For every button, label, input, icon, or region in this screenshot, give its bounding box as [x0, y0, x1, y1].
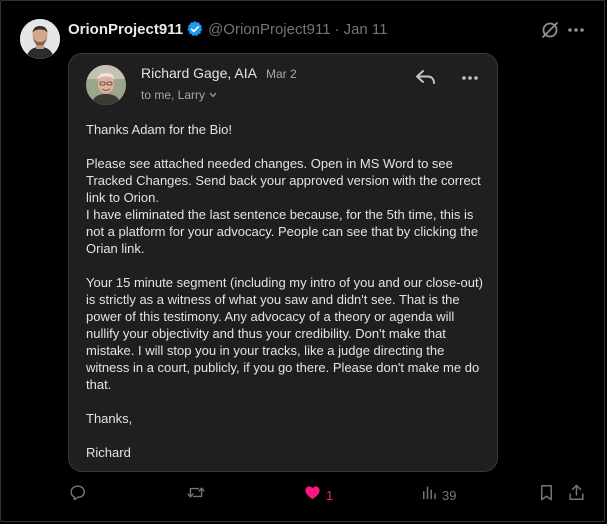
recipients: to me, Larry	[141, 88, 206, 102]
like-button[interactable]: 1	[303, 484, 333, 506]
tweet-action-bar: 1 39	[0, 484, 607, 508]
share-button[interactable]	[567, 484, 586, 506]
views-button[interactable]: 39	[420, 484, 456, 506]
display-name[interactable]: OrionProject911	[68, 21, 183, 38]
share-icon	[567, 483, 586, 507]
tweet-header: OrionProject911 @OrionProject911 · Jan 1…	[68, 19, 388, 39]
sender-row: Richard Gage, AIA Mar 2	[141, 65, 297, 81]
author-avatar[interactable]	[20, 19, 60, 59]
handle[interactable]: @OrionProject911	[208, 21, 331, 38]
more-icon	[460, 68, 480, 88]
email-screenshot-card[interactable]: Richard Gage, AIA Mar 2 to me, Larry Tha…	[68, 53, 498, 472]
reply-button[interactable]	[68, 484, 91, 506]
email-body: Thanks Adam for the Bio! Please see atta…	[86, 121, 486, 461]
email-paragraph: Please see attached needed changes. Open…	[86, 156, 481, 256]
repost-button[interactable]	[186, 484, 210, 506]
email-paragraph: Thanks,	[86, 411, 133, 426]
separator-dot: ·	[334, 20, 340, 38]
email-paragraph: Richard	[86, 445, 131, 460]
sender-avatar	[86, 65, 126, 105]
reply-icon	[68, 483, 87, 507]
grok-icon[interactable]	[540, 20, 560, 40]
email-paragraph: Your 15 minute segment (including my int…	[86, 275, 483, 392]
reply-arrow-icon	[415, 68, 437, 86]
views-count: 39	[442, 487, 457, 503]
like-count: 1	[326, 487, 334, 503]
tweet-date[interactable]: Jan 11	[344, 21, 388, 38]
sent-date: Mar 2	[265, 67, 297, 81]
bookmark-button[interactable]	[537, 484, 556, 506]
views-icon	[420, 483, 438, 507]
bookmark-icon	[537, 483, 556, 507]
sender-name: Richard Gage, AIA	[141, 65, 257, 81]
verified-badge-icon	[186, 20, 204, 38]
chevron-down-icon	[209, 92, 217, 98]
heart-icon	[303, 483, 322, 507]
recipients-row: to me, Larry	[141, 88, 217, 102]
email-paragraph: Thanks Adam for the Bio!	[86, 122, 232, 137]
more-icon[interactable]	[566, 20, 586, 40]
repost-icon	[186, 483, 206, 507]
